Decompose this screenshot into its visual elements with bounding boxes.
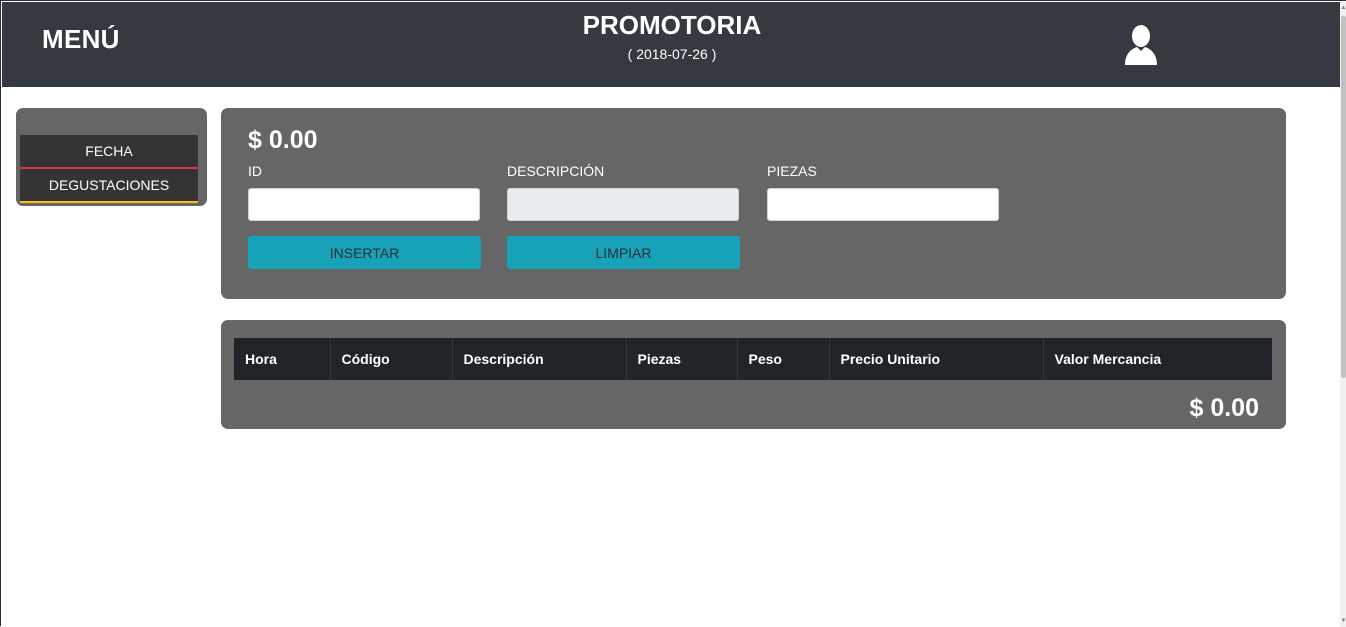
scrollbar-thumb[interactable]: [1341, 16, 1346, 378]
insert-form-card: $ 0.00 ID DESCRIPCIÓN PIEZAS INSERTAR LI…: [221, 108, 1286, 299]
piezas-label: PIEZAS: [767, 163, 817, 179]
column-header-precio-unitario: Precio Unitario: [828, 338, 1043, 380]
id-label: ID: [248, 163, 262, 179]
top-header: MENÚ PROMOTORIA ( 2018-07-26 ): [2, 2, 1340, 87]
descripcion-input[interactable]: [507, 188, 739, 221]
piezas-input[interactable]: [767, 188, 999, 221]
insert-button[interactable]: INSERTAR: [248, 236, 481, 269]
column-header-codigo: Código: [329, 338, 452, 380]
sidebar-item-fecha[interactable]: FECHA: [20, 135, 198, 169]
menu-button[interactable]: MENÚ: [42, 24, 120, 55]
id-input[interactable]: [248, 188, 480, 221]
column-header-peso: Peso: [736, 338, 829, 380]
page-frame: MENÚ PROMOTORIA ( 2018-07-26 ) FECHA DEG…: [0, 0, 1346, 627]
clear-button[interactable]: LIMPIAR: [507, 236, 740, 269]
scroll-down-arrow-icon[interactable]: ▼: [1340, 617, 1346, 625]
column-header-descripcion: Descripción: [451, 338, 626, 380]
descripcion-label: DESCRIPCIÓN: [507, 163, 605, 179]
column-header-hora: Hora: [234, 338, 330, 380]
items-table-card: Hora Código Descripción Piezas Peso Prec…: [221, 320, 1286, 429]
user-icon[interactable]: [1122, 24, 1160, 66]
scroll-up-arrow-icon[interactable]: ▲: [1340, 4, 1346, 12]
total-amount: $ 0.00: [1189, 394, 1259, 422]
page-title: PROMOTORIA: [582, 10, 762, 40]
title-block: PROMOTORIA ( 2018-07-26 ): [522, 10, 822, 62]
sidebar: FECHA DEGUSTACIONES: [16, 108, 207, 206]
page-date: ( 2018-07-26 ): [627, 46, 717, 62]
amount-display: $ 0.00: [248, 126, 318, 154]
vertical-scrollbar[interactable]: ▲ ▼: [1340, 2, 1346, 627]
column-header-valor-mercancia: Valor Mercancia: [1042, 338, 1272, 380]
table-header-row: Hora Código Descripción Piezas Peso Prec…: [234, 338, 1272, 380]
sidebar-item-degustaciones[interactable]: DEGUSTACIONES: [20, 169, 198, 203]
column-header-piezas: Piezas: [625, 338, 737, 380]
items-table: Hora Código Descripción Piezas Peso Prec…: [234, 338, 1272, 380]
